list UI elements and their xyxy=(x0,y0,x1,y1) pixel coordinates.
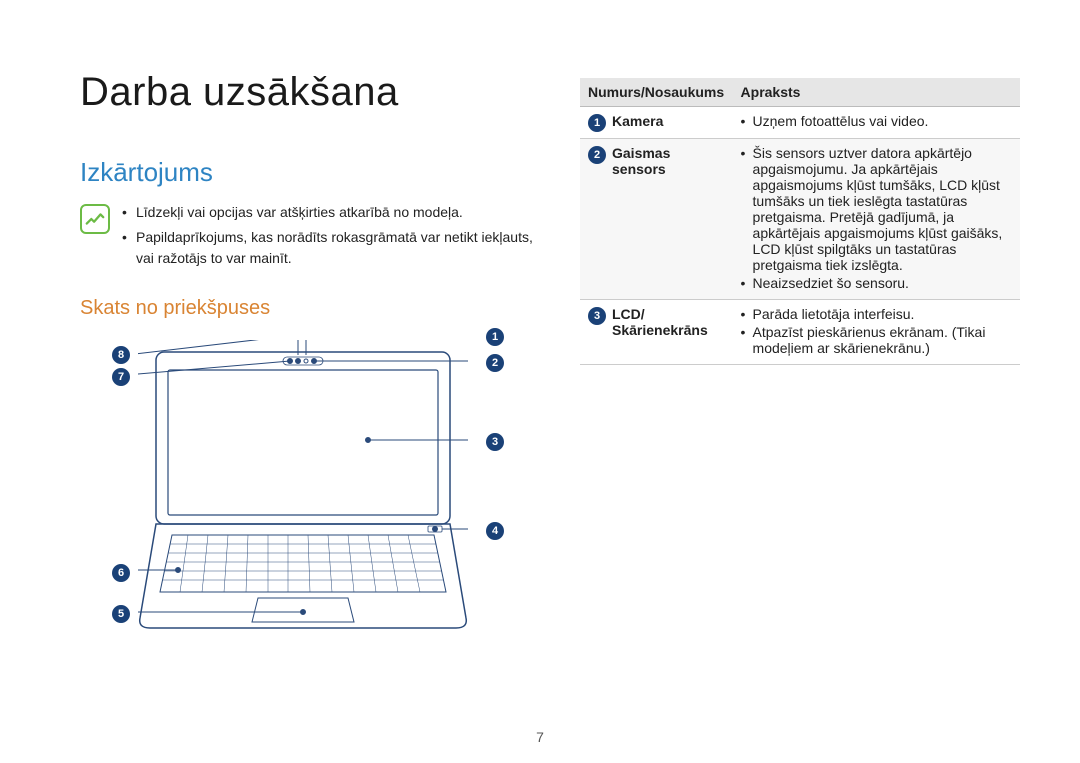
row-name: Gaismas sensors xyxy=(612,145,725,177)
num-circle: 4 xyxy=(486,522,504,540)
num-circle: 7 xyxy=(112,368,130,386)
num-circle: 8 xyxy=(112,346,130,364)
note-item: Līdzekļi vai opcijas var atšķirties atka… xyxy=(122,202,540,223)
th-num-name: Numurs/Nosaukums xyxy=(580,78,733,107)
desc-item: Neaizsedziet šo sensoru. xyxy=(741,275,1012,291)
note-item: Papildaprīkojums, kas norādīts rokasgrām… xyxy=(122,227,540,269)
note-box: Līdzekļi vai opcijas var atšķirties atka… xyxy=(80,202,540,273)
note-list: Līdzekļi vai opcijas var atšķirties atka… xyxy=(122,202,540,273)
row-name: LCD/ Skārienekrāns xyxy=(612,306,708,338)
laptop-svg xyxy=(138,340,468,640)
num-circle: 3 xyxy=(486,433,504,451)
table-row: 3 LCD/ Skārienekrāns Parāda lietotāja in… xyxy=(580,300,1020,365)
num-circle: 1 xyxy=(588,114,606,132)
num-circle: 2 xyxy=(486,354,504,372)
callout-1: 1 xyxy=(486,328,504,346)
row-name: Kamera xyxy=(612,113,663,129)
callout-2: 2 xyxy=(486,354,504,372)
num-circle: 5 xyxy=(112,605,130,623)
desc-item: Šis sensors uztver datora apkārtējo apga… xyxy=(741,145,1012,273)
num-circle: 6 xyxy=(112,564,130,582)
callout-7: 7 xyxy=(112,368,130,386)
note-icon xyxy=(80,204,110,234)
desc-item: Parāda lietotāja interfeisu. xyxy=(741,306,1012,322)
laptop-diagram: 1 2 3 4 5 6 7 8 xyxy=(88,330,518,650)
desc-item: Uzņem fotoattēlus vai video. xyxy=(741,113,1012,129)
spec-table: Numurs/Nosaukums Apraksts 1 Kamera Uzņem… xyxy=(580,78,1020,365)
num-circle: 1 xyxy=(486,328,504,346)
desc-item: Atpazīst pieskārienus ekrānam. (Tikai mo… xyxy=(741,324,1012,356)
page-number: 7 xyxy=(0,729,1080,745)
subsection-title: Skats no priekšpuses xyxy=(80,297,540,320)
table-row: 2 Gaismas sensors Šis sensors uztver dat… xyxy=(580,139,1020,300)
chapter-title: Darba uzsākšana xyxy=(80,70,540,115)
num-circle: 2 xyxy=(588,146,606,164)
callout-3: 3 xyxy=(486,433,504,451)
callout-6: 6 xyxy=(112,564,130,582)
table-row: 1 Kamera Uzņem fotoattēlus vai video. xyxy=(580,107,1020,139)
callout-5: 5 xyxy=(112,605,130,623)
num-circle: 3 xyxy=(588,307,606,325)
section-title: Izkārtojums xyxy=(80,157,540,188)
th-desc: Apraksts xyxy=(733,78,1020,107)
callout-4: 4 xyxy=(486,522,504,540)
callout-8: 8 xyxy=(112,346,130,364)
